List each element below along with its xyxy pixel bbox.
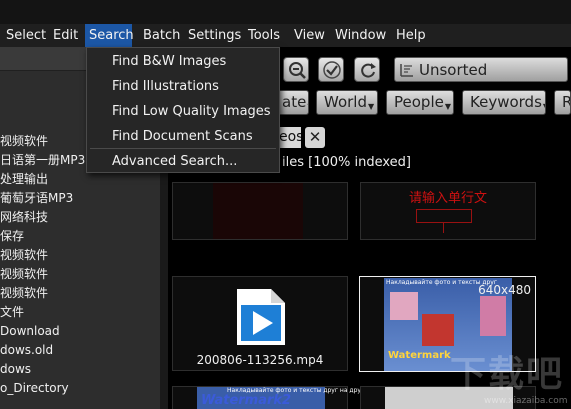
zoom-out-button[interactable] <box>283 57 309 82</box>
menu-advanced-search[interactable]: Advanced Search... <box>112 154 237 169</box>
sort-dropdown[interactable]: Unsorted <box>394 57 568 82</box>
close-icon[interactable]: ✕ <box>305 127 325 148</box>
thumbnail-text: 请输入单行文 <box>408 191 487 206</box>
active-filter-tag: eos <box>277 127 301 148</box>
menu-search[interactable]: Search <box>85 24 134 47</box>
chevron-down-icon: ▼ <box>444 102 451 111</box>
menu-batch[interactable]: Batch <box>139 24 184 47</box>
thumbnail-box <box>416 209 472 223</box>
people-filter-button[interactable]: People▼ <box>386 90 454 115</box>
menu-settings[interactable]: Settings <box>184 24 245 47</box>
menu-select[interactable]: Select <box>2 24 50 47</box>
watermark-url: www.xiazaiba.com <box>484 396 568 406</box>
photo-tile <box>480 296 506 336</box>
thumbnail-dimensions: 640x480 <box>478 283 531 297</box>
menu-help[interactable]: Help <box>392 24 430 47</box>
photo-tile <box>390 292 418 320</box>
folder-item[interactable]: 保存 <box>0 227 24 246</box>
more-filter-label: R <box>562 93 570 111</box>
keywords-filter-button[interactable]: Keywords▼ <box>462 90 546 115</box>
menu-find-low-quality-images[interactable]: Find Low Quality Images <box>112 104 271 119</box>
thumbnail[interactable]: Накладывайте фото и тексты друг на друга… <box>172 386 370 409</box>
world-filter-button[interactable]: World▼ <box>316 90 378 115</box>
menu-find-bw-images[interactable]: Find B&W Images <box>112 54 226 69</box>
chevron-down-icon: ▼ <box>543 102 545 111</box>
menu-find-illustrations[interactable]: Find Illustrations <box>112 79 219 94</box>
photo-tile <box>422 314 454 346</box>
folder-item[interactable]: o_Directory <box>0 379 69 398</box>
thumbnail[interactable] <box>172 182 348 240</box>
refresh-icon <box>361 63 376 78</box>
sort-icon <box>400 64 413 77</box>
folder-item[interactable]: 视频软件 <box>0 284 48 303</box>
menu-view[interactable]: View <box>290 24 329 47</box>
thumbnail-video[interactable]: 200806-113256.mp4 <box>172 276 348 371</box>
search-menu: Find B&W Images Find Illustrations Find … <box>86 47 280 173</box>
folder-item[interactable]: 文件 <box>0 303 24 322</box>
chevron-down-icon: ▼ <box>368 102 375 111</box>
menu-edit[interactable]: Edit <box>49 24 82 47</box>
folder-item[interactable]: 视频软件 <box>0 265 48 284</box>
world-filter-label: World <box>324 93 367 111</box>
check-icon <box>323 61 341 79</box>
date-filter-label: ate <box>282 93 307 111</box>
folder-item[interactable]: Download <box>0 322 60 341</box>
folder-item[interactable]: 日语第一册MP3 <box>0 151 85 170</box>
title-strip <box>0 0 571 24</box>
zoom-out-icon <box>289 62 306 79</box>
thumbnail-image: Накладывайте фото и тексты друг на друга… <box>197 387 370 409</box>
menu-find-document-scans[interactable]: Find Document Scans <box>112 129 253 144</box>
thumbnail-line <box>443 223 444 233</box>
thumbnail[interactable]: 请输入单行文 <box>360 182 536 240</box>
menu-separator <box>90 148 276 149</box>
watermark-logo: 下载吧 <box>450 354 565 395</box>
more-filter-button[interactable]: R <box>554 90 571 115</box>
index-status: iles [100% indexed] <box>282 155 411 170</box>
folder-item[interactable]: dows <box>0 360 31 379</box>
sort-value: Unsorted <box>419 61 488 79</box>
watermark-label: Watermark2 <box>201 393 292 408</box>
folder-item[interactable]: 处理输出 <box>0 170 48 189</box>
thumbnail-filename: 200806-113256.mp4 <box>196 353 324 367</box>
folder-item[interactable]: 视频软件 <box>0 246 48 265</box>
folder-item[interactable]: 视频软件 <box>0 132 48 151</box>
video-file-icon <box>237 289 285 345</box>
menu-tools[interactable]: Tools <box>244 24 284 47</box>
menu-bar: Select Edit Search Batch Settings Tools … <box>0 24 571 47</box>
approve-button[interactable] <box>318 57 344 82</box>
folder-item[interactable]: dows.old <box>0 341 53 360</box>
folder-item[interactable]: 网络科技 <box>0 208 48 227</box>
menu-window[interactable]: Window <box>331 24 390 47</box>
folder-item[interactable]: 葡萄牙语MP3 <box>0 189 73 208</box>
people-filter-label: People <box>394 93 444 111</box>
refresh-button[interactable] <box>354 57 380 82</box>
chevron-down-icon: ▼ <box>307 102 308 111</box>
thumbnail-image <box>213 183 303 239</box>
keywords-filter-label: Keywords <box>470 93 542 111</box>
watermark-label: Watermark <box>388 350 451 361</box>
